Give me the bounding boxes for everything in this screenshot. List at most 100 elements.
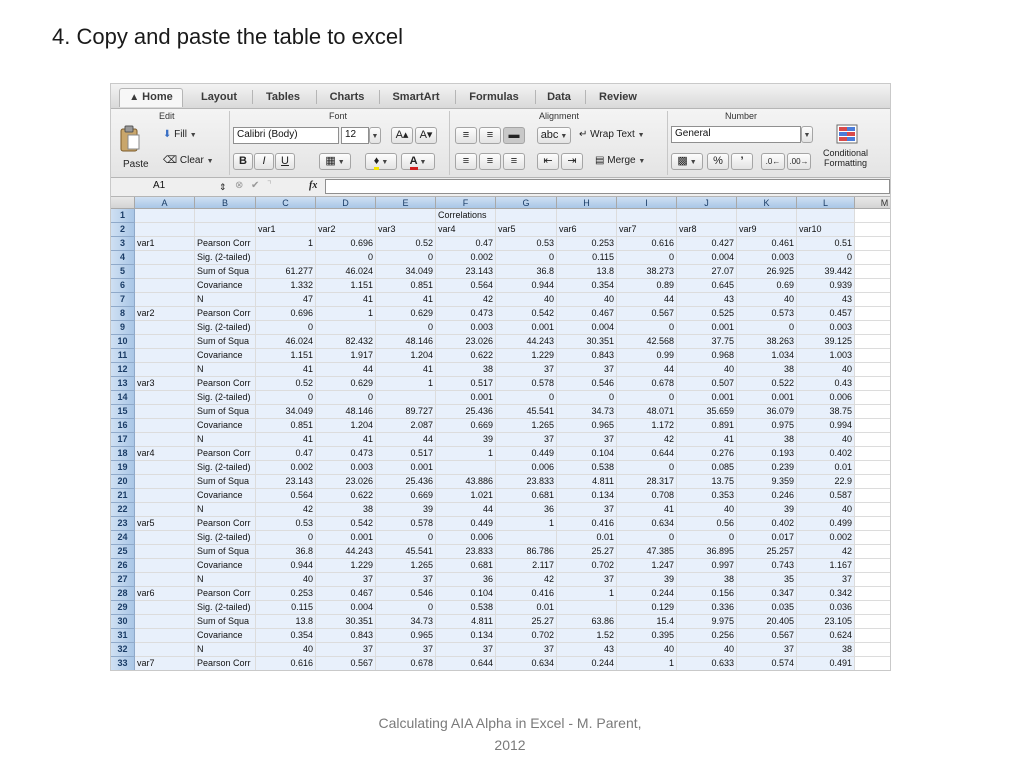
- cell[interactable]: 0.994: [797, 419, 855, 433]
- name-box[interactable]: A1: [113, 179, 217, 194]
- cell[interactable]: 40: [617, 643, 677, 657]
- font-name-dropdown[interactable]: Calibri (Body): [233, 127, 339, 144]
- cell[interactable]: 43: [677, 293, 737, 307]
- cell[interactable]: 1.917: [316, 349, 376, 363]
- cell[interactable]: 1: [617, 657, 677, 670]
- cell[interactable]: 40: [677, 363, 737, 377]
- cell[interactable]: 42: [436, 293, 496, 307]
- cell[interactable]: 0.001: [436, 391, 496, 405]
- cell[interactable]: 0: [677, 531, 737, 545]
- cell[interactable]: 36: [496, 503, 557, 517]
- cell[interactable]: 44: [436, 503, 496, 517]
- increase-indent-button[interactable]: ⇥: [561, 153, 583, 170]
- cell[interactable]: 25.27: [496, 615, 557, 629]
- cell[interactable]: 25.436: [376, 475, 436, 489]
- cell[interactable]: 40: [797, 433, 855, 447]
- cell[interactable]: 0.402: [797, 447, 855, 461]
- select-all-corner[interactable]: [111, 197, 135, 209]
- cell[interactable]: 0.001: [677, 321, 737, 335]
- cell[interactable]: 28.317: [617, 475, 677, 489]
- cell[interactable]: 0.851: [376, 279, 436, 293]
- cell[interactable]: 0: [316, 391, 376, 405]
- fill-button[interactable]: ⬇ Fill ▼: [163, 127, 197, 144]
- cell[interactable]: 0: [737, 321, 797, 335]
- cell[interactable]: 0.004: [557, 321, 617, 335]
- cell[interactable]: 40: [256, 643, 316, 657]
- cell[interactable]: 47.385: [617, 545, 677, 559]
- cell[interactable]: 0.574: [737, 657, 797, 670]
- row-header[interactable]: 16: [111, 419, 135, 433]
- cell[interactable]: 36.895: [677, 545, 737, 559]
- cell[interactable]: 0.644: [617, 447, 677, 461]
- cell[interactable]: 0.564: [256, 489, 316, 503]
- cell[interactable]: 0.256: [677, 629, 737, 643]
- row-header[interactable]: 31: [111, 629, 135, 643]
- cell[interactable]: var7: [135, 657, 195, 670]
- cell[interactable]: [855, 489, 890, 503]
- cell[interactable]: [855, 447, 890, 461]
- cell[interactable]: 82.432: [316, 335, 376, 349]
- cell[interactable]: 39.125: [797, 335, 855, 349]
- cell[interactable]: Sig. (2-tailed): [195, 531, 256, 545]
- cell[interactable]: 41: [316, 293, 376, 307]
- cell[interactable]: 0.336: [677, 601, 737, 615]
- cell[interactable]: 0.546: [557, 377, 617, 391]
- row-header[interactable]: 21: [111, 489, 135, 503]
- cell[interactable]: Covariance: [195, 629, 256, 643]
- cell[interactable]: Covariance: [195, 349, 256, 363]
- cell[interactable]: [855, 265, 890, 279]
- cell[interactable]: 0.003: [316, 461, 376, 475]
- cell[interactable]: 0.47: [256, 447, 316, 461]
- column-header-l[interactable]: L: [797, 197, 855, 209]
- cell[interactable]: 0.002: [436, 251, 496, 265]
- cell[interactable]: 0.696: [316, 237, 376, 251]
- cell[interactable]: 0.645: [677, 279, 737, 293]
- cell[interactable]: 0: [617, 461, 677, 475]
- percent-button[interactable]: %: [707, 153, 729, 170]
- cell[interactable]: [855, 461, 890, 475]
- cell[interactable]: 0.006: [496, 461, 557, 475]
- name-box-stepper-icon[interactable]: ⇕: [219, 179, 227, 195]
- cell[interactable]: 0.003: [436, 321, 496, 335]
- cell[interactable]: N: [195, 503, 256, 517]
- cell[interactable]: 1.247: [617, 559, 677, 573]
- cell[interactable]: 0.003: [797, 321, 855, 335]
- cell[interactable]: 0.622: [436, 349, 496, 363]
- cell[interactable]: [135, 559, 195, 573]
- cell[interactable]: [855, 321, 890, 335]
- cell[interactable]: 0.56: [677, 517, 737, 531]
- cell[interactable]: [855, 475, 890, 489]
- cell[interactable]: 0.244: [557, 657, 617, 670]
- cell[interactable]: 35.659: [677, 405, 737, 419]
- cell[interactable]: 0.001: [677, 391, 737, 405]
- cell[interactable]: 0: [256, 531, 316, 545]
- row-header[interactable]: 8: [111, 307, 135, 321]
- cell[interactable]: 0.193: [737, 447, 797, 461]
- cell[interactable]: 0: [496, 251, 557, 265]
- row-header[interactable]: 25: [111, 545, 135, 559]
- row-header[interactable]: 4: [111, 251, 135, 265]
- cell[interactable]: 1.265: [376, 559, 436, 573]
- row-header[interactable]: 32: [111, 643, 135, 657]
- cell[interactable]: 46.024: [316, 265, 376, 279]
- cell[interactable]: 25.27: [557, 545, 617, 559]
- cell[interactable]: 40: [797, 503, 855, 517]
- font-size-field[interactable]: 12: [341, 127, 369, 144]
- column-header-a[interactable]: A: [135, 197, 195, 209]
- cell[interactable]: 0.965: [376, 629, 436, 643]
- increase-decimal-button[interactable]: .0←: [761, 153, 785, 170]
- cell[interactable]: 0.461: [737, 237, 797, 251]
- cell[interactable]: [135, 279, 195, 293]
- cell[interactable]: 36.079: [737, 405, 797, 419]
- row-header[interactable]: 11: [111, 349, 135, 363]
- cell[interactable]: 0.354: [557, 279, 617, 293]
- cell[interactable]: 0.004: [316, 601, 376, 615]
- cell[interactable]: 1.204: [376, 349, 436, 363]
- cell[interactable]: [797, 209, 855, 223]
- merge-button[interactable]: ▤ Merge ▼: [595, 153, 645, 170]
- cell[interactable]: Sum of Squa: [195, 475, 256, 489]
- cell[interactable]: [855, 237, 890, 251]
- cell[interactable]: [316, 209, 376, 223]
- cell[interactable]: N: [195, 433, 256, 447]
- cell[interactable]: [135, 209, 195, 223]
